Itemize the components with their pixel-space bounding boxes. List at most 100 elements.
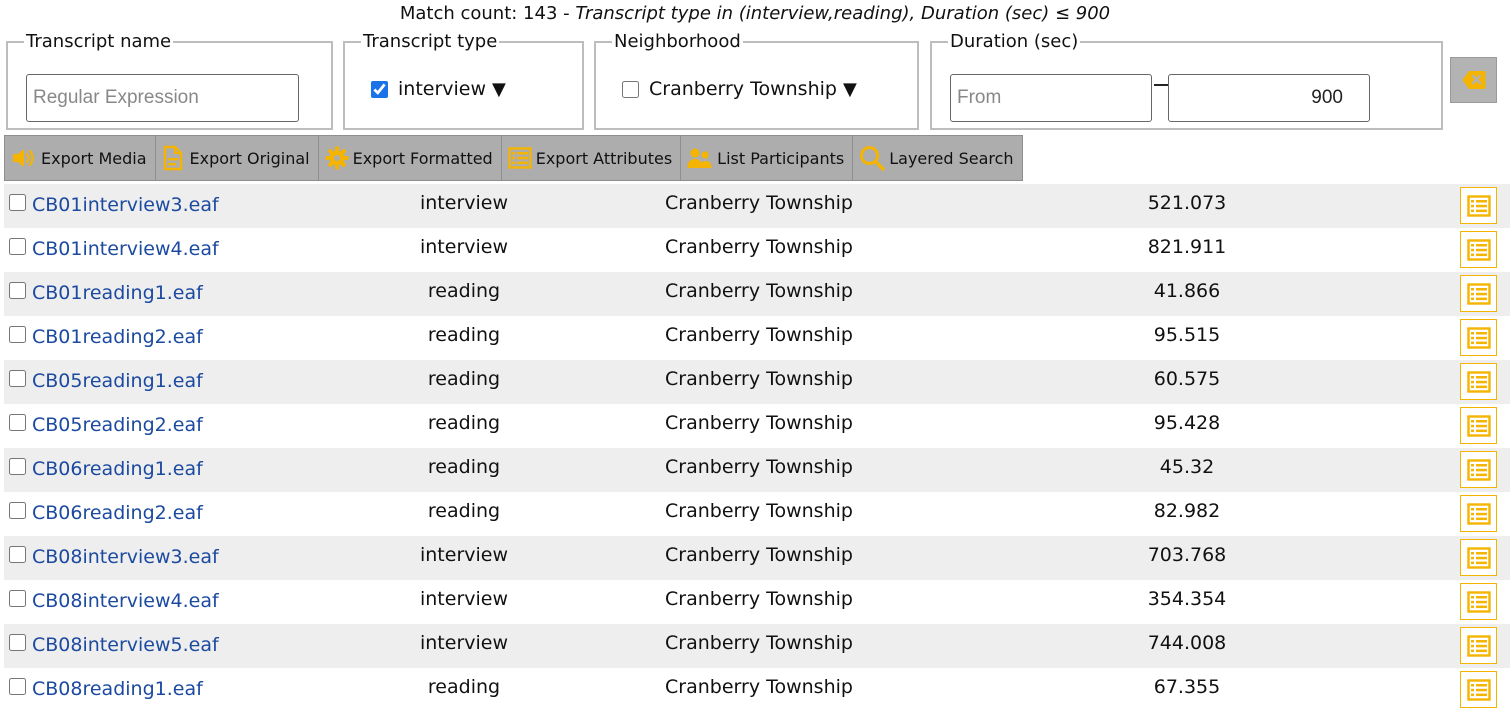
row-checkbox[interactable] [9,194,26,211]
transcript-name-input[interactable] [26,74,299,122]
duration-cell: 95.515 [1153,324,1221,346]
neighborhood-checkbox[interactable] [622,80,639,98]
attributes-list-icon [1466,502,1491,525]
transcript-link[interactable]: CB08reading1.eaf [32,678,203,700]
row-checkbox[interactable] [9,634,26,651]
export-media-button[interactable]: Export Media [4,135,156,181]
duration-cell: 60.575 [1153,368,1221,390]
neighborhood-cell: Cranberry Township [665,236,853,258]
row-checkbox[interactable] [9,502,26,519]
transcript-attributes-button[interactable] [1460,451,1497,488]
duration-cell: 82.982 [1153,500,1221,522]
gear-icon [325,146,349,170]
chevron-down-icon[interactable]: ▼ [492,79,506,100]
transcript-type-cell: reading [427,500,501,522]
neighborhood-cell: Cranberry Township [665,676,853,698]
attributes-list-icon [1466,370,1491,393]
transcript-link[interactable]: CB01interview3.eaf [32,194,219,216]
transcript-link[interactable]: CB05reading1.eaf [32,370,203,392]
range-dash [1154,84,1168,86]
filter-description: Transcript type in (interview,reading), … [575,3,1111,24]
transcript-attributes-button[interactable] [1460,407,1497,444]
duration-to-input[interactable] [1168,74,1370,122]
neighborhood-filter: Neighborhood Cranberry Township ▼ [594,32,919,130]
transcript-link[interactable]: CB01reading2.eaf [32,326,203,348]
export-original-label: Export Original [189,148,310,168]
neighborhood-select[interactable]: Cranberry Township ▼ [620,78,857,100]
duration-cell: 521.073 [1147,192,1227,214]
transcript-link[interactable]: CB08interview3.eaf [32,546,219,568]
neighborhood-cell: Cranberry Township [665,192,853,214]
attributes-list-icon [1466,590,1491,613]
transcript-attributes-button[interactable] [1460,627,1497,664]
transcript-type-filter: Transcript type interview ▼ [343,32,584,130]
transcript-link[interactable]: CB06reading1.eaf [32,458,203,480]
row-checkbox[interactable] [9,590,26,607]
duration-cell: 95.428 [1153,412,1221,434]
export-attributes-label: Export Attributes [535,148,673,168]
neighborhood-cell: Cranberry Township [665,280,853,302]
clear-filters-button[interactable] [1450,57,1497,103]
transcript-type-legend: Transcript type [363,31,498,52]
transcript-attributes-button[interactable] [1460,583,1497,620]
transcript-attributes-button[interactable] [1460,187,1497,224]
transcript-attributes-button[interactable] [1460,319,1497,356]
duration-from-input[interactable] [950,74,1152,122]
transcript-type-cell: reading [427,676,501,698]
table-row: CB01reading1.eaf reading Cranberry Towns… [4,272,1510,316]
transcript-attributes-button[interactable] [1460,363,1497,400]
attributes-list-icon [1466,194,1491,217]
transcript-link[interactable]: CB01interview4.eaf [32,238,219,260]
row-checkbox[interactable] [9,458,26,475]
transcript-attributes-button[interactable] [1460,495,1497,532]
transcript-list: CB01interview3.eaf interview Cranberry T… [4,184,1510,712]
duration-cell: 821.911 [1147,236,1227,258]
chevron-down-icon[interactable]: ▼ [843,79,857,100]
row-checkbox[interactable] [9,678,26,695]
transcript-type-cell: reading [427,368,501,390]
list-participants-button[interactable]: List Participants [681,135,854,181]
neighborhood-cell: Cranberry Township [665,412,853,434]
row-checkbox[interactable] [9,238,26,255]
transcript-attributes-button[interactable] [1460,539,1497,576]
row-checkbox[interactable] [9,546,26,563]
transcript-link[interactable]: CB08interview4.eaf [32,590,219,612]
document-export-icon [163,145,182,171]
row-checkbox[interactable] [9,414,26,431]
duration-cell: 354.354 [1147,588,1227,610]
transcript-name-legend: Transcript name [26,31,172,52]
list-participants-label: List Participants [717,148,845,168]
attributes-list-icon [1466,282,1491,305]
transcript-link[interactable]: CB08interview5.eaf [32,634,219,656]
transcript-type-cell: reading [427,280,501,302]
transcript-type-value: interview [398,78,487,100]
transcript-attributes-button[interactable] [1460,275,1497,312]
duration-cell: 744.008 [1147,632,1227,654]
match-summary: Match count: 143 - Transcript type in (i… [0,2,1510,26]
export-attributes-button[interactable]: Export Attributes [501,135,682,181]
table-row: CB08interview4.eaf interview Cranberry T… [4,580,1510,624]
transcript-attributes-button[interactable] [1460,671,1497,708]
layered-search-button[interactable]: Layered Search [853,135,1023,181]
transcript-link[interactable]: CB05reading2.eaf [32,414,203,436]
table-row: CB01interview3.eaf interview Cranberry T… [4,184,1510,228]
row-checkbox[interactable] [9,326,26,343]
transcript-type-cell: interview [419,544,509,566]
transcript-type-checkbox[interactable] [371,80,388,98]
attributes-list-icon [1466,634,1491,657]
transcript-link[interactable]: CB01reading1.eaf [32,282,203,304]
row-checkbox[interactable] [9,370,26,387]
export-original-button[interactable]: Export Original [155,135,319,181]
transcript-type-select[interactable]: interview ▼ [369,78,506,100]
duration-filter: Duration (sec) [930,32,1443,130]
export-formatted-button[interactable]: Export Formatted [318,135,502,181]
row-checkbox[interactable] [9,282,26,299]
table-row: CB05reading1.eaf reading Cranberry Towns… [4,360,1510,404]
attributes-list-icon [508,147,532,169]
transcript-type-cell: interview [419,192,509,214]
backspace-clear-icon [1462,71,1485,89]
neighborhood-cell: Cranberry Township [665,588,853,610]
transcript-link[interactable]: CB06reading2.eaf [32,502,203,524]
transcript-attributes-button[interactable] [1460,231,1497,268]
attributes-list-icon [1466,414,1491,437]
